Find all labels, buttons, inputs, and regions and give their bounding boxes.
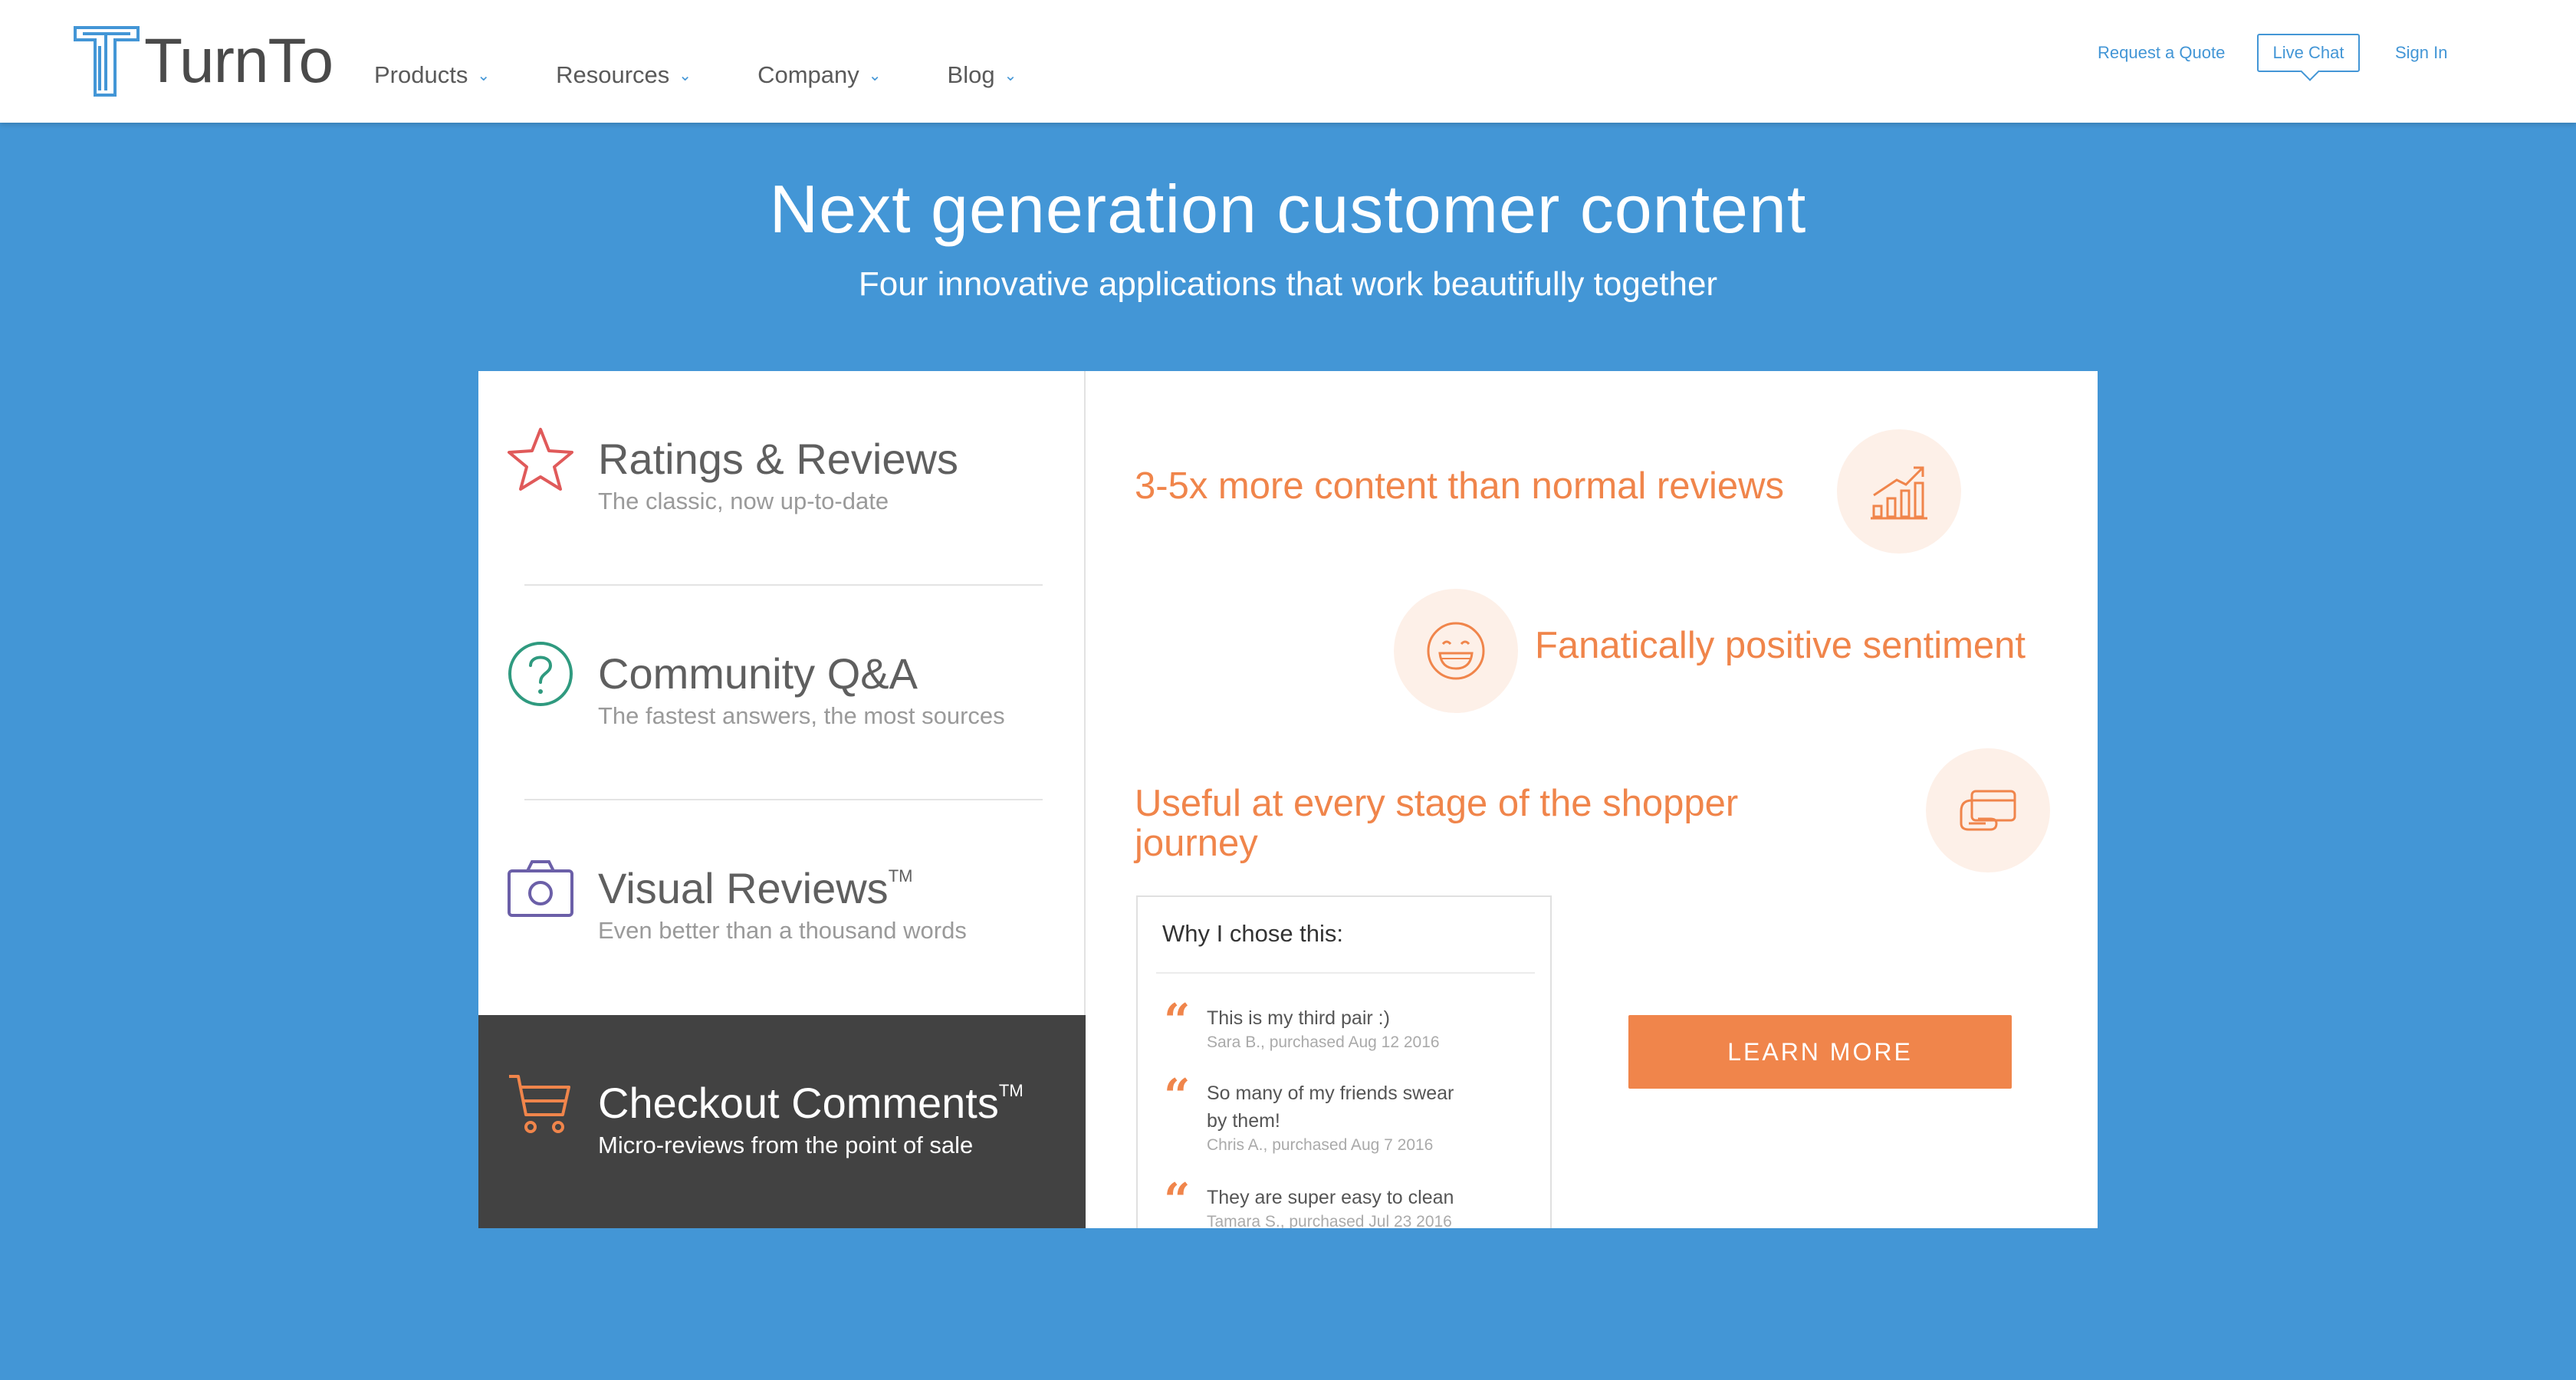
quote-icon: “ xyxy=(1164,1070,1191,1123)
growth-chart-icon-circle xyxy=(1837,429,1961,554)
product-list: Ratings & Reviews The classic, now up-to… xyxy=(478,371,1086,1228)
product-checkout-comments[interactable]: Checkout CommentsTM Micro-reviews from t… xyxy=(478,1015,1086,1228)
benefit-shopper-journey: Useful at every stage of the shopper jou… xyxy=(1135,783,1739,864)
checkout-comments-card: Why I chose this: “ This is my third pai… xyxy=(1136,895,1552,1228)
product-title: Visual ReviewsTM xyxy=(598,864,913,912)
product-title: Ratings & Reviews xyxy=(598,435,958,483)
review-text: This is my third pair :) xyxy=(1207,1007,1390,1029)
shopping-cart-icon xyxy=(509,1075,570,1133)
smiley-face-icon-circle xyxy=(1394,589,1518,713)
product-subtitle: Micro-reviews from the point of sale xyxy=(598,1132,974,1158)
review-meta: Chris A., purchased Aug 7 2016 xyxy=(1207,1136,1434,1154)
products-panel: Ratings & Reviews The classic, now up-to… xyxy=(478,371,2098,1228)
product-visual-reviews[interactable]: Visual ReviewsTM Even better than a thou… xyxy=(478,800,1086,1015)
product-title: Community Q&A xyxy=(598,649,918,698)
camera-icon xyxy=(508,860,573,917)
card-title: Why I chose this: xyxy=(1162,920,1344,947)
quote-icon: “ xyxy=(1164,1174,1191,1227)
product-subtitle: The fastest answers, the most sources xyxy=(598,702,1005,729)
top-links: Request a Quote Live Chat Sign In xyxy=(0,34,2576,74)
smiley-face-icon xyxy=(1427,622,1485,680)
hand-card-icon xyxy=(1960,790,2016,831)
hero-title: Next generation customer content xyxy=(769,171,1807,247)
learn-more-button[interactable]: LEARN MORE xyxy=(1628,1015,2012,1089)
growth-chart-icon xyxy=(1871,466,1927,520)
question-circle-icon xyxy=(508,642,573,706)
sign-in-link[interactable]: Sign In xyxy=(2395,43,2448,63)
divider xyxy=(1156,972,1535,974)
product-subtitle: The classic, now up-to-date xyxy=(598,488,889,514)
review-text: So many of my friends swear xyxy=(1207,1083,1454,1104)
product-title: Checkout CommentsTM xyxy=(598,1079,1024,1127)
product-ratings-reviews[interactable]: Ratings & Reviews The classic, now up-to… xyxy=(478,371,1086,586)
live-chat-button[interactable]: Live Chat xyxy=(2257,34,2360,72)
request-quote-link[interactable]: Request a Quote xyxy=(2098,43,2225,63)
hero-subtitle: Four innovative applications that work b… xyxy=(858,265,1718,303)
hand-card-icon-circle xyxy=(1926,748,2050,872)
review-text: They are super easy to clean xyxy=(1207,1187,1454,1208)
star-icon xyxy=(508,428,573,491)
product-subtitle: Even better than a thousand words xyxy=(598,917,967,944)
quote-icon: “ xyxy=(1164,994,1191,1048)
site-header: TurnTo Products ⌄ Resources ⌄ Company ⌄ … xyxy=(0,0,2576,123)
benefit-positive-sentiment: Fanatically positive sentiment xyxy=(1535,625,2026,666)
review-meta: Sara B., purchased Aug 12 2016 xyxy=(1207,1033,1440,1051)
review-meta: Tamara S., purchased Jul 23 2016 xyxy=(1207,1213,1452,1228)
benefit-more-content: 3-5x more content than normal reviews xyxy=(1135,465,1784,507)
product-community-qa[interactable]: Community Q&A The fastest answers, the m… xyxy=(478,586,1086,800)
